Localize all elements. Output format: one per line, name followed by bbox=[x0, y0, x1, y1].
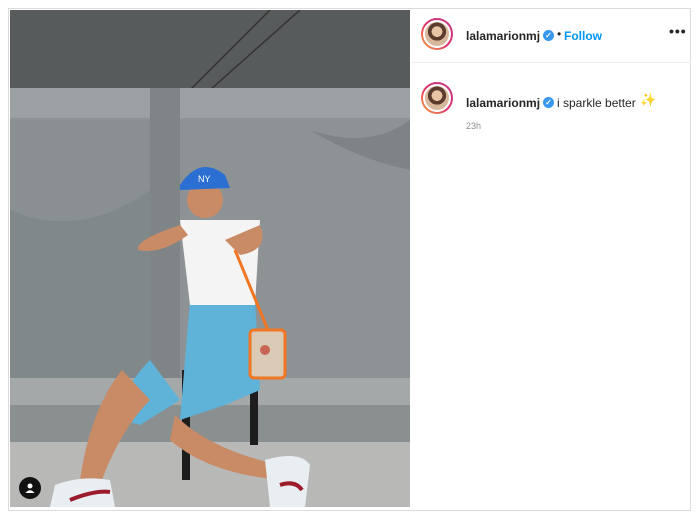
avatar[interactable] bbox=[421, 18, 453, 50]
user-tag-icon[interactable] bbox=[19, 477, 41, 499]
post-photo: NY bbox=[10, 10, 410, 507]
verified-badge-icon: ✓ bbox=[543, 97, 554, 108]
post-timestamp[interactable]: 23h bbox=[466, 121, 481, 131]
verified-badge-icon: ✓ bbox=[543, 30, 554, 41]
more-options-icon[interactable]: ••• bbox=[669, 23, 687, 39]
post-header: lalamarionmj ✓ • Follow ••• bbox=[411, 10, 691, 63]
caption-text: i sparkle better bbox=[557, 96, 636, 110]
post-image[interactable]: NY bbox=[10, 10, 410, 507]
post-sidebar: lalamarionmj ✓ • Follow ••• lalamarionmj… bbox=[411, 10, 691, 507]
svg-text:NY: NY bbox=[198, 174, 211, 184]
sparkles-icon: ✨ bbox=[640, 92, 657, 107]
separator-dot: • bbox=[557, 27, 562, 41]
avatar[interactable] bbox=[421, 82, 453, 114]
username-link[interactable]: lalamarionmj bbox=[466, 29, 540, 43]
caption-username-link[interactable]: lalamarionmj bbox=[466, 96, 540, 110]
follow-button[interactable]: Follow bbox=[564, 29, 602, 43]
